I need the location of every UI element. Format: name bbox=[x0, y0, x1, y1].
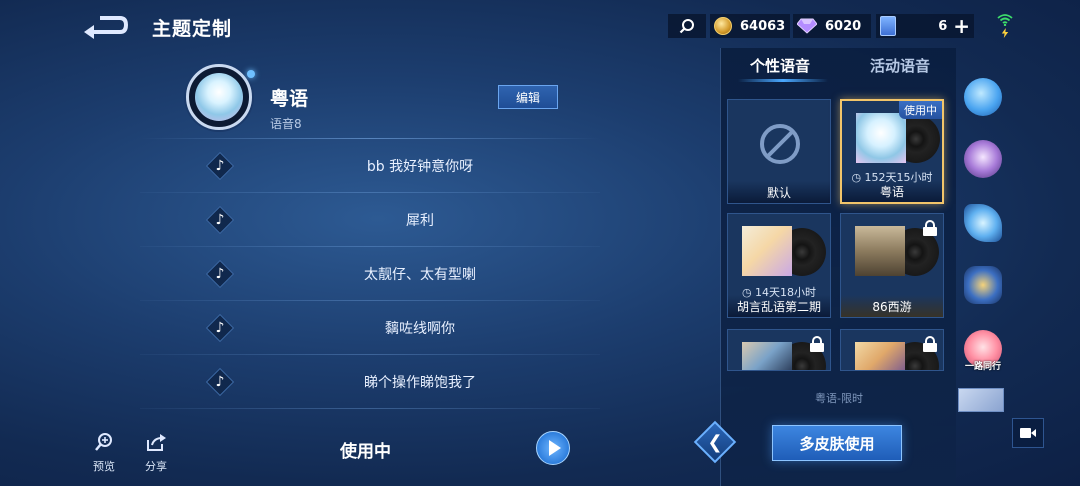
gem-icon bbox=[797, 18, 817, 34]
voice-subtitle: 语音8 bbox=[270, 117, 302, 131]
add-ticket-button[interactable]: + bbox=[953, 16, 970, 36]
skin-thumbnail[interactable] bbox=[958, 260, 1008, 310]
voice-card-label: 86西游 bbox=[841, 295, 943, 317]
back-arrow-icon bbox=[84, 16, 129, 39]
gold-counter: 64063 bbox=[710, 14, 790, 38]
voice-line-item[interactable]: ♪ 太靓仔、太有型喇 bbox=[140, 247, 600, 301]
video-camera-icon bbox=[1020, 428, 1036, 438]
lock-icon bbox=[923, 220, 937, 236]
wifi-icon bbox=[997, 14, 1013, 26]
preview-button[interactable]: 预览 bbox=[86, 432, 122, 474]
voice-line-text: 黐咗线啊你 bbox=[385, 321, 455, 337]
tab-event-voice[interactable]: 活动语音 bbox=[870, 55, 930, 76]
music-note-icon: ♪ bbox=[205, 205, 235, 235]
chevron-left-icon: ❮ bbox=[707, 431, 723, 453]
voice-line-text: 睇个操作睇饱我了 bbox=[364, 375, 476, 391]
skin-thumbnail-partial[interactable] bbox=[958, 388, 1004, 412]
voice-name: 粤语 bbox=[270, 88, 309, 110]
gold-value: 64063 bbox=[740, 18, 786, 34]
voice-line-text: 太靓仔、太有型喇 bbox=[364, 267, 476, 283]
cantonese-cover-art bbox=[856, 113, 906, 163]
voice-line-text: 犀利 bbox=[406, 213, 434, 229]
gold-coin-icon bbox=[714, 17, 732, 35]
share-button[interactable]: 分享 bbox=[138, 432, 174, 474]
voice-card-default[interactable]: 默认 bbox=[727, 99, 831, 204]
voice-card[interactable] bbox=[727, 329, 831, 371]
voice-card[interactable] bbox=[840, 329, 944, 371]
voice-line-item[interactable]: ♪ bb 我好钟意你呀 bbox=[140, 139, 600, 193]
preview-label: 预览 bbox=[93, 460, 115, 473]
skin-thumbnail[interactable]: 一路同行 bbox=[958, 324, 1008, 374]
play-button[interactable] bbox=[536, 431, 570, 465]
skin-thumbnail[interactable] bbox=[958, 134, 1008, 184]
music-note-icon: ♪ bbox=[205, 367, 235, 397]
magnifier-preview-icon bbox=[95, 433, 112, 451]
nonsense-cover-art bbox=[742, 226, 792, 276]
tab-indicator bbox=[738, 79, 828, 82]
share-label: 分享 bbox=[145, 460, 167, 473]
ticket-counter: 6 + bbox=[876, 14, 974, 38]
video-button[interactable] bbox=[1012, 418, 1044, 448]
ticket-value: 6 bbox=[938, 18, 948, 34]
voice-card-label: 粤语 bbox=[842, 180, 942, 202]
voice-card-cantonese[interactable]: 使用中 ◷ 152天15小时 粤语 bbox=[840, 99, 944, 204]
search-button[interactable] bbox=[668, 14, 706, 38]
skin-thumbnail[interactable] bbox=[958, 72, 1008, 122]
tab-personal-voice[interactable]: 个性语音 bbox=[750, 55, 810, 76]
voice-avatar bbox=[186, 64, 252, 130]
voice-line-item[interactable]: ♪ 黐咗线啊你 bbox=[140, 301, 600, 355]
voice-card-label: 胡言乱语第二期 bbox=[728, 295, 830, 317]
voice-card-journey-west[interactable]: 86西游 bbox=[840, 213, 944, 318]
voice-card-label: 默认 bbox=[728, 181, 830, 203]
voice-card-nonsense[interactable]: ◷ 14天18小时 胡言乱语第二期 bbox=[727, 213, 831, 318]
lock-icon bbox=[923, 336, 937, 352]
gem-counter: 6020 bbox=[793, 14, 871, 38]
voice-line-text: bb 我好钟意你呀 bbox=[366, 159, 474, 175]
in-use-status: 使用中 bbox=[340, 442, 391, 462]
gem-value: 6020 bbox=[825, 18, 862, 34]
none-icon bbox=[760, 124, 800, 164]
music-note-icon: ♪ bbox=[205, 151, 235, 181]
lock-icon bbox=[810, 336, 824, 352]
network-status bbox=[990, 14, 1020, 42]
journey-west-cover-art bbox=[855, 226, 905, 276]
lightning-icon bbox=[1001, 28, 1009, 38]
share-icon bbox=[147, 434, 166, 451]
skin-thumbnail-label: 一路同行 bbox=[964, 362, 1001, 372]
skin-thumbnail[interactable] bbox=[958, 198, 1008, 248]
avatar-indicator-dot bbox=[247, 70, 255, 78]
voice-line-item[interactable]: ♪ 犀利 bbox=[140, 193, 600, 247]
page-title: 主题定制 bbox=[152, 18, 233, 40]
back-button[interactable] bbox=[80, 10, 130, 40]
ticket-icon bbox=[880, 16, 896, 36]
card-cover-art bbox=[742, 342, 792, 370]
card-hint-text: 粤语-限时 bbox=[815, 392, 863, 405]
edit-button[interactable]: 编辑 bbox=[498, 85, 558, 109]
card-cover-art bbox=[855, 342, 905, 370]
music-note-icon: ♪ bbox=[205, 313, 235, 343]
multi-skin-use-button[interactable]: 多皮肤使用 bbox=[772, 425, 902, 461]
voice-line-item[interactable]: ♪ 睇个操作睇饱我了 bbox=[140, 355, 600, 409]
in-use-badge: 使用中 bbox=[899, 101, 942, 119]
collapse-panel-button[interactable]: ❮ bbox=[690, 417, 740, 467]
music-note-icon: ♪ bbox=[205, 259, 235, 289]
search-icon bbox=[679, 19, 694, 34]
